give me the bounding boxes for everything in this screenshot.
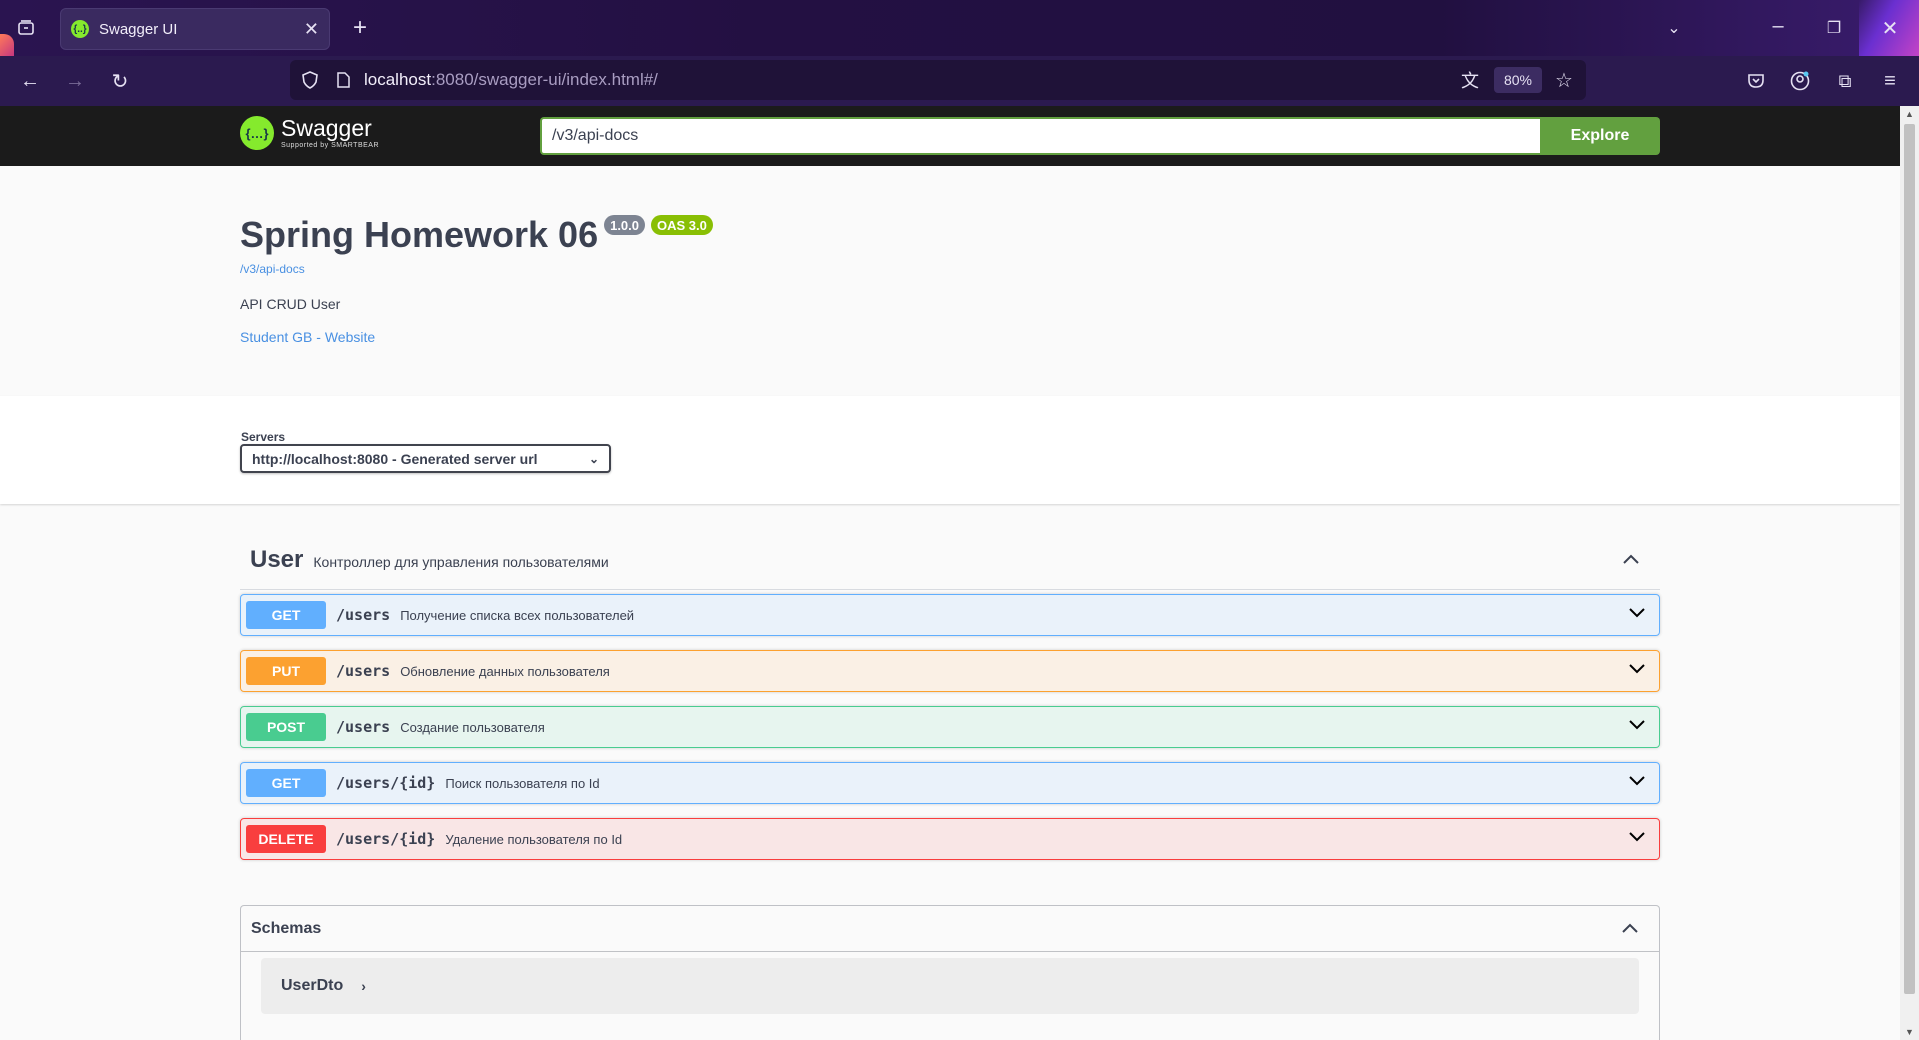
servers-label: Servers [241, 430, 286, 444]
page-title: Spring Homework 06 [240, 214, 599, 255]
operation-path: /users/{id} [336, 830, 436, 848]
extensions-icon[interactable]: ⧉ [1831, 67, 1859, 95]
servers-section: Servers http://localhost:8080 - Generate… [0, 396, 1900, 504]
api-description: API CRUD User [240, 296, 341, 312]
chevron-down-icon[interactable] [1628, 662, 1646, 680]
operation-path: /users [336, 606, 391, 624]
api-docs-link[interactable]: /v3/api-docs [240, 262, 305, 276]
swagger-topbar: {…} Swagger Supported by SMARTBEAR /v3/a… [0, 106, 1900, 166]
account-icon[interactable] [1786, 67, 1814, 95]
list-all-tabs-icon[interactable]: ⌄ [1660, 14, 1688, 42]
reload-icon[interactable]: ↻ [106, 67, 134, 95]
forward-icon[interactable]: → [61, 67, 89, 95]
back-icon[interactable]: ← [16, 67, 44, 95]
chevron-up-icon[interactable] [1621, 918, 1639, 939]
method-badge: GET [246, 769, 326, 797]
oas-badge: OAS 3.0 [651, 215, 713, 235]
swagger-logo[interactable]: {…} Swagger Supported by SMARTBEAR [240, 116, 379, 150]
chevron-right-icon[interactable]: › [361, 978, 366, 994]
new-tab-icon[interactable]: + [346, 14, 374, 42]
operation-path: /users/{id} [336, 774, 436, 792]
chevron-up-icon[interactable] [1622, 548, 1640, 571]
method-badge: GET [246, 601, 326, 629]
minimize-icon[interactable]: – [1764, 12, 1792, 40]
url-path: :8080/swagger-ui/index.html#/ [431, 70, 658, 89]
operation-path: /users [336, 718, 391, 736]
chevron-down-icon[interactable] [1628, 830, 1646, 848]
browser-tab[interactable]: {..} Swagger UI ✕ [60, 8, 330, 50]
scroll-up-icon[interactable]: ▲ [1900, 109, 1919, 119]
schemas-header[interactable]: Schemas [241, 906, 1659, 952]
model-userdto[interactable]: UserDto › [261, 958, 1639, 1014]
operation-summary: Обновление данных пользователя [400, 663, 610, 679]
swagger-logo-icon: {…} [240, 116, 274, 150]
address-bar[interactable]: localhost:8080/swagger-ui/index.html#/ 文… [290, 60, 1586, 100]
chevron-down-icon[interactable] [1628, 606, 1646, 624]
chevron-down-icon: ⌄ [588, 451, 599, 466]
tab-overview-icon[interactable] [12, 14, 40, 42]
method-badge: DELETE [246, 825, 326, 853]
explore-button[interactable]: Explore [1540, 117, 1660, 155]
restore-icon[interactable]: ❐ [1820, 14, 1848, 42]
version-badge: 1.0.0 [604, 215, 646, 235]
chevron-down-icon[interactable] [1628, 774, 1646, 792]
operation-summary: Получение списка всех пользователей [400, 607, 635, 623]
method-badge: POST [246, 713, 326, 741]
swagger-logo-text: Swagger Supported by SMARTBEAR [281, 115, 380, 150]
title-row: Spring Homework 06 1.0.0 OAS 3.0 [240, 214, 713, 256]
tag-header-user[interactable]: User Контроллер для управления пользоват… [240, 530, 1660, 590]
schemas-title: Schemas [251, 919, 322, 937]
operation-summary: Создание пользователя [400, 719, 545, 735]
api-url-input[interactable]: /v3/api-docs [540, 117, 1540, 155]
servers-selected-value: http://localhost:8080 - Generated server… [252, 450, 538, 467]
tab-title: Swagger UI [99, 20, 178, 38]
url-host: localhost [364, 70, 432, 89]
pocket-icon[interactable] [1742, 67, 1770, 95]
page-scrollbar[interactable]: ▲ ▼ [1900, 106, 1919, 1040]
operation-post-users[interactable]: POST /users Создание пользователя [240, 706, 1660, 748]
contact-link[interactable]: Student GB - Website [240, 329, 375, 345]
swagger-favicon-icon: {..} [71, 20, 89, 38]
scrollbar-thumb[interactable] [1904, 124, 1915, 994]
menu-icon[interactable]: ≡ [1876, 67, 1904, 95]
browser-nav-bar: ← → ↻ localhost:8080/swagger-ui/index.ht… [0, 56, 1919, 106]
close-tab-icon[interactable]: ✕ [304, 19, 319, 40]
close-window-icon[interactable]: ✕ [1876, 14, 1904, 42]
operation-get-user-by-id[interactable]: GET /users/{id} Поиск пользователя по Id [240, 762, 1660, 804]
schemas-section: Schemas UserDto › [240, 905, 1660, 1040]
model-name: UserDto [281, 977, 344, 994]
operation-path: /users [336, 662, 391, 680]
operation-get-users[interactable]: GET /users Получение списка всех пользов… [240, 594, 1660, 636]
chevron-down-icon[interactable] [1628, 718, 1646, 736]
bookmark-star-icon[interactable]: ☆ [1550, 66, 1578, 94]
shield-icon[interactable] [290, 60, 330, 100]
zoom-level[interactable]: 80% [1493, 67, 1542, 93]
scroll-down-icon[interactable]: ▼ [1900, 1027, 1919, 1037]
operation-delete-user-by-id[interactable]: DELETE /users/{id} Удаление пользователя… [240, 818, 1660, 860]
tag-description: Контроллер для управления пользователями [313, 553, 609, 570]
operation-summary: Поиск пользователя по Id [445, 775, 600, 791]
method-badge: PUT [246, 657, 326, 685]
operation-put-users[interactable]: PUT /users Обновление данных пользовател… [240, 650, 1660, 692]
browser-tab-bar: {..} Swagger UI ✕ + ⌄ – ❐ ✕ [0, 0, 1919, 56]
operation-summary: Удаление пользователя по Id [445, 831, 623, 847]
translate-icon[interactable]: 文 [1456, 66, 1484, 94]
page-info-icon[interactable] [330, 60, 356, 100]
servers-select[interactable]: http://localhost:8080 - Generated server… [240, 444, 611, 473]
tag-name: User [250, 545, 304, 573]
